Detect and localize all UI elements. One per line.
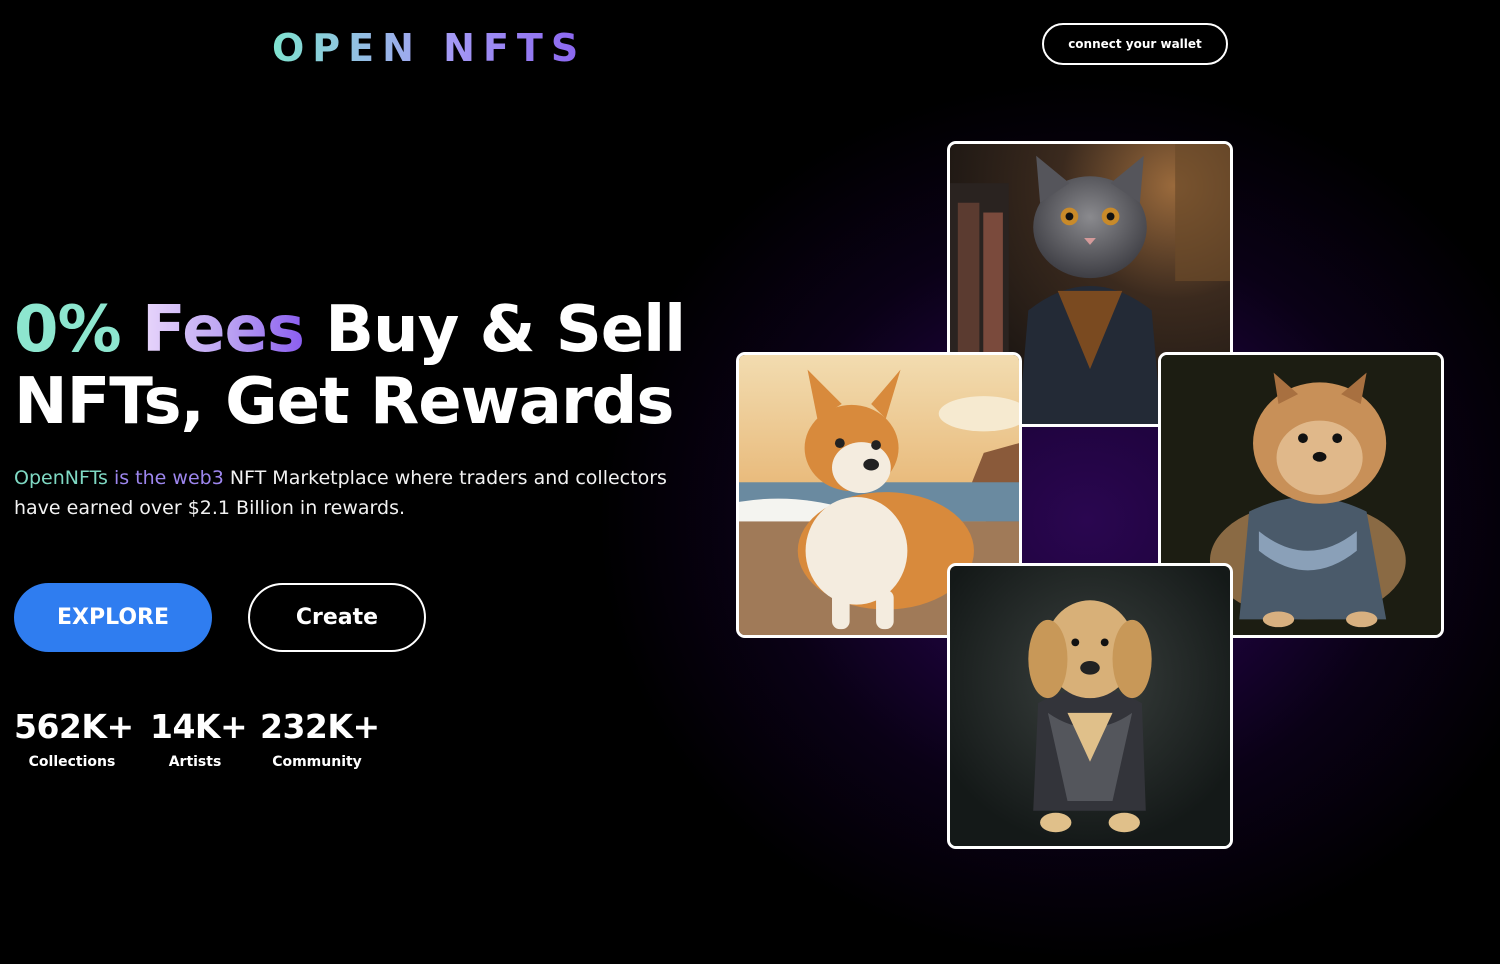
create-button[interactable]: Create	[248, 583, 426, 652]
stat-value: 14K+	[150, 707, 248, 746]
stat-value: 232K+	[260, 707, 380, 746]
stat-value: 562K+	[14, 707, 134, 746]
hero-description: OpenNFTs is the web3 NFT Marketplace whe…	[14, 463, 714, 523]
description-web3: is the web3	[113, 467, 224, 489]
nft-card-golden-retriever[interactable]	[947, 563, 1233, 849]
hero-headline: 0% Fees Buy & Sell NFTs, Get Rewards	[14, 293, 686, 439]
retriever-image	[950, 566, 1230, 846]
stat-label: Artists	[168, 754, 222, 770]
explore-button[interactable]: EXPLORE	[14, 583, 212, 652]
description-brand: OpenNFTs	[14, 467, 108, 489]
connect-wallet-button[interactable]: connect your wallet	[1042, 23, 1228, 65]
headline-get-rewards: NFTs, Get Rewards	[14, 365, 674, 439]
headline-fees: Fees	[141, 293, 305, 367]
brand-logo[interactable]: OPEN NFTS	[272, 26, 586, 70]
stat-collections: 562K+ Collections	[14, 703, 134, 773]
stat-community: 232K+ Community	[260, 703, 380, 773]
description-body: NFT Marketplace where traders and collec…	[14, 467, 667, 519]
headline-buy-sell: Buy & Sell	[325, 293, 686, 367]
stat-label: Collections	[28, 754, 116, 770]
stat-artists: 14K+ Artists	[150, 703, 248, 773]
stat-label: Community	[272, 754, 362, 770]
headline-zero-percent: 0%	[14, 293, 122, 367]
